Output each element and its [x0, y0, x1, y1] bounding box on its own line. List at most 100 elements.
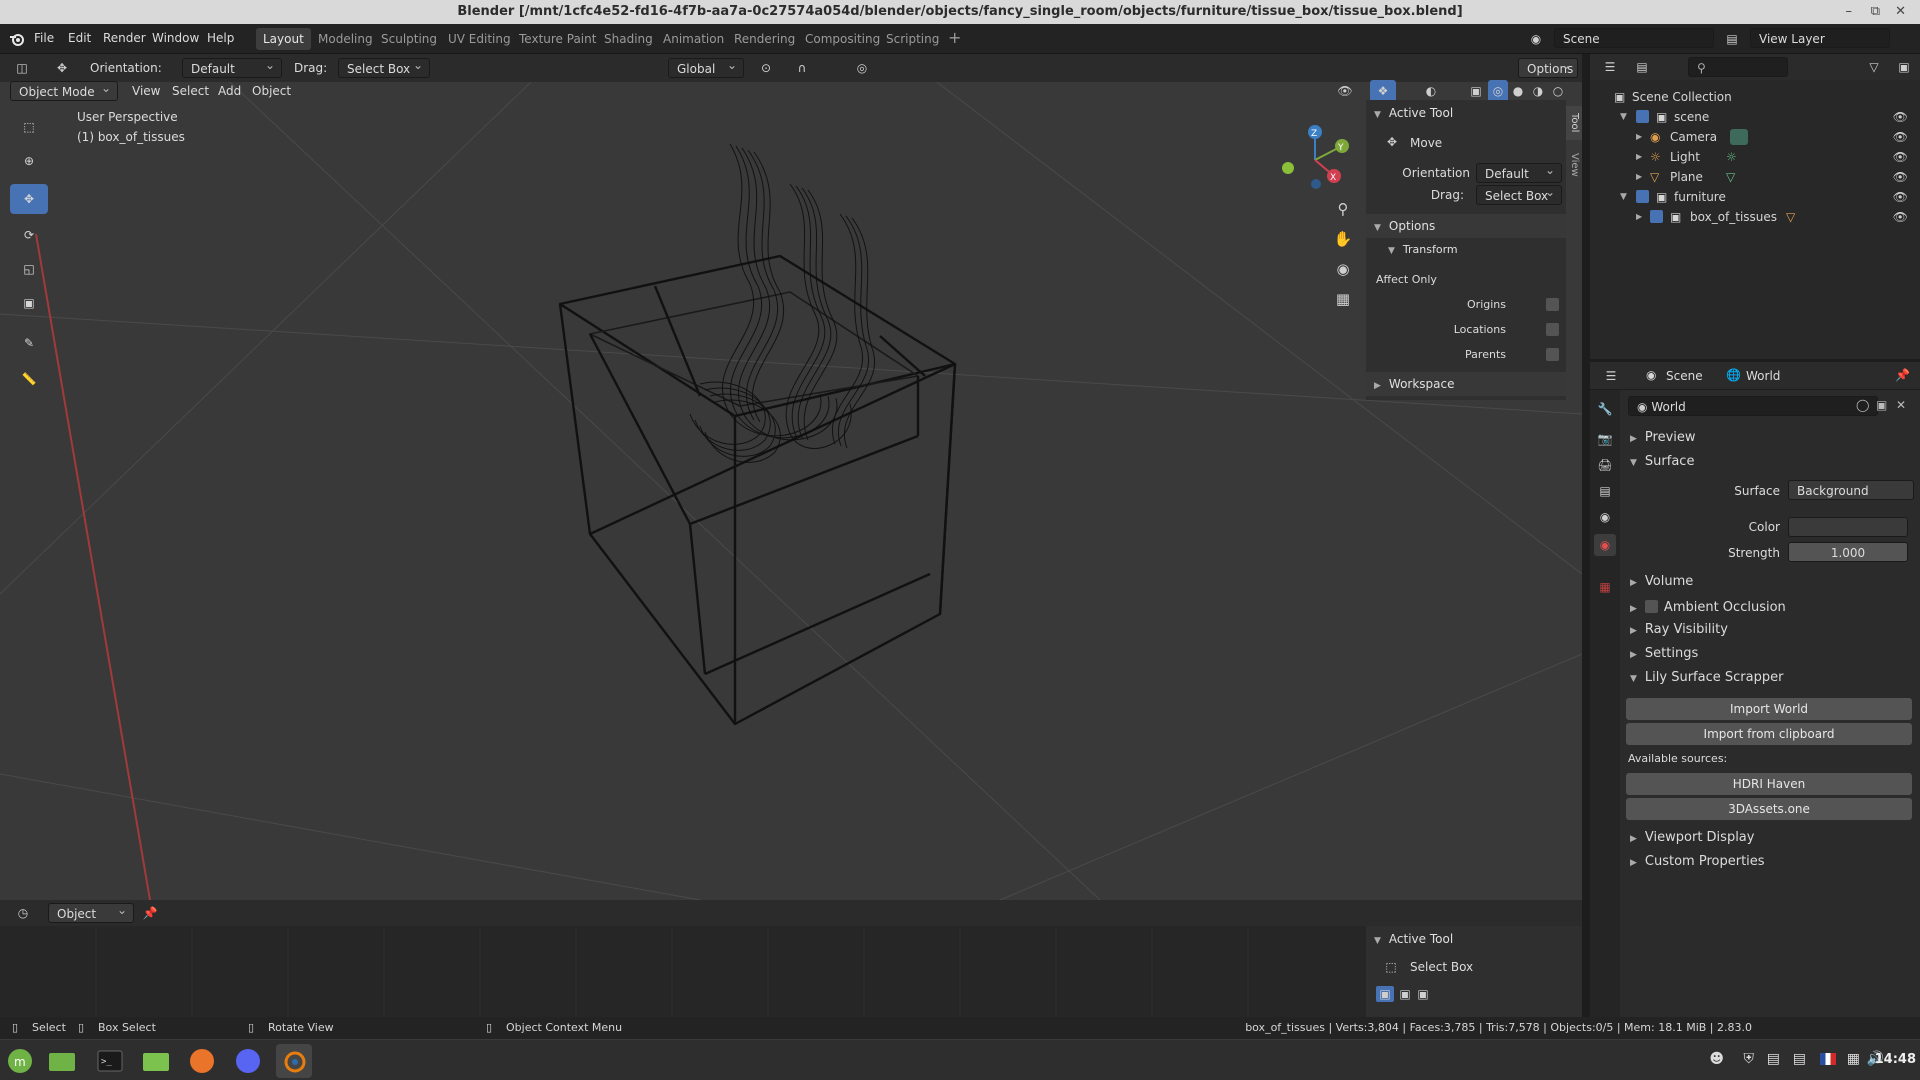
orientation-dropdown[interactable]: Default: [182, 55, 282, 78]
pin-icon[interactable]: 📌: [1895, 368, 1910, 382]
outliner-row-furniture[interactable]: ▼ ▣ furniture 👁: [1590, 187, 1920, 207]
scene-selector[interactable]: Scene: [1554, 28, 1714, 48]
workspace-panel-header[interactable]: ▶ Workspace: [1374, 373, 1455, 395]
tab-uv-editing[interactable]: UV Editing: [441, 28, 518, 50]
transform-subpanel-header[interactable]: ▼ Transform: [1388, 239, 1458, 261]
timeline-editor-icon[interactable]: ◷: [10, 904, 36, 922]
grid-ortho-icon[interactable]: ▦: [1330, 286, 1356, 312]
eye-icon[interactable]: 👁: [1893, 147, 1908, 167]
display-mode-icon[interactable]: ▤: [1630, 58, 1654, 76]
tab-view[interactable]: View: [1566, 148, 1582, 182]
eye-icon[interactable]: 👁: [1893, 167, 1908, 187]
nemo-folder-icon[interactable]: [138, 1044, 174, 1078]
wireframe-shading-icon[interactable]: ◎: [1488, 80, 1508, 102]
close-icon[interactable]: ✕: [1895, 0, 1906, 24]
timeline-mode-dropdown[interactable]: Object: [48, 900, 134, 923]
filter-icon[interactable]: ▽: [1862, 58, 1886, 76]
options-panel-header[interactable]: ▼ Options: [1374, 215, 1435, 237]
outliner-row-plane[interactable]: ▶ ▽ Plane ▽ 👁: [1590, 167, 1920, 187]
breadcrumb-world[interactable]: World: [1746, 369, 1780, 383]
zoom-icon[interactable]: ⚲: [1330, 196, 1356, 222]
unlink-icon[interactable]: ✕: [1896, 398, 1906, 412]
custom-properties-panel-header[interactable]: ▶ Custom Properties: [1630, 854, 1765, 869]
mesh-object-icon[interactable]: ▽: [1786, 207, 1795, 227]
breadcrumb-scene[interactable]: Scene: [1666, 369, 1703, 383]
npanel-drag-dropdown[interactable]: Select Box: [1476, 182, 1562, 205]
outliner-row-light[interactable]: ▶ ☼ Light ☼ 👁: [1590, 147, 1920, 167]
tab-tool[interactable]: Tool: [1566, 106, 1582, 140]
tab-sculpting[interactable]: Sculpting: [374, 28, 444, 50]
expand-icon[interactable]: ▶: [1636, 207, 1642, 227]
rotate-tool-icon[interactable]: ⟳: [10, 220, 48, 250]
eye-icon[interactable]: 👁: [1893, 207, 1908, 227]
new-collection-icon[interactable]: ▣: [1894, 58, 1914, 76]
tab-rendering[interactable]: Rendering: [727, 28, 802, 50]
camera-data-icon[interactable]: [1730, 129, 1748, 145]
surface-shader-field[interactable]: Background: [1788, 480, 1914, 500]
duplicate-icon[interactable]: ▣: [1876, 398, 1887, 412]
active-tool-header[interactable]: ▼ Active Tool: [1374, 102, 1453, 124]
ray-visibility-panel-header[interactable]: ▶ Ray Visibility: [1630, 622, 1728, 637]
viewport-menu-object[interactable]: Object: [252, 84, 291, 98]
ambient-occlusion-checkbox[interactable]: [1644, 600, 1658, 613]
transform-orientation-dropdown[interactable]: Global: [668, 55, 744, 78]
strength-slider[interactable]: 1.000: [1788, 542, 1908, 562]
exclude-checkbox[interactable]: [1650, 210, 1663, 223]
firefox-icon[interactable]: [184, 1044, 220, 1078]
viewport-display-panel-header[interactable]: ▶ Viewport Display: [1630, 830, 1754, 845]
properties-editor-icon[interactable]: ☰: [1598, 367, 1624, 385]
3dassets-button[interactable]: 3DAssets.one: [1626, 798, 1912, 820]
pivot-icon[interactable]: ⊙: [754, 58, 778, 78]
tab-texture-paint[interactable]: Texture Paint: [512, 28, 603, 50]
texture-tab-icon[interactable]: ▦: [1594, 576, 1616, 598]
eye-icon[interactable]: 👁: [1893, 187, 1908, 207]
import-clipboard-button[interactable]: Import from clipboard: [1626, 723, 1912, 745]
menu-edit[interactable]: Edit: [68, 31, 91, 45]
outliner-search-input[interactable]: ⚲: [1688, 57, 1788, 77]
select-box-tool-icon[interactable]: ⬚: [10, 112, 48, 142]
cursor-tool-icon[interactable]: ⊕: [10, 146, 48, 176]
navigation-gizmo[interactable]: Z Y X: [1270, 116, 1350, 196]
add-workspace-icon[interactable]: +: [948, 28, 961, 47]
viewport-menu-add[interactable]: Add: [218, 84, 241, 98]
blender-logo-icon[interactable]: [8, 30, 26, 48]
mesh-data-icon[interactable]: ▽: [1726, 167, 1735, 187]
settings-panel-header[interactable]: ▶ Settings: [1630, 646, 1698, 661]
proportional-edit-icon[interactable]: ◎: [852, 58, 872, 78]
tab-compositing[interactable]: Compositing: [798, 28, 887, 50]
tab-modeling[interactable]: Modeling: [311, 28, 380, 50]
menu-help[interactable]: Help: [207, 31, 234, 45]
eye-icon[interactable]: 👁: [1893, 127, 1908, 147]
parents-checkbox[interactable]: [1546, 348, 1559, 361]
lily-panel-header[interactable]: ▼ Lily Surface Scrapper: [1630, 670, 1783, 685]
overlay-icon[interactable]: ◐: [1418, 80, 1444, 102]
network-icon[interactable]: ▦: [1847, 1051, 1860, 1067]
pan-hand-icon[interactable]: ✋: [1330, 226, 1356, 252]
rendered-shading-icon[interactable]: ○: [1548, 80, 1568, 102]
expand-icon[interactable]: ▼: [1620, 107, 1627, 127]
expand-icon[interactable]: ▶: [1636, 147, 1642, 167]
outliner-row-camera[interactable]: ▶ ◉ Camera 👁: [1590, 127, 1920, 147]
xray-icon[interactable]: ▣: [1466, 80, 1486, 102]
expand-icon[interactable]: ▶: [1636, 127, 1642, 147]
solid-shading-icon[interactable]: ●: [1508, 80, 1528, 102]
tab-animation[interactable]: Animation: [656, 28, 731, 50]
world-datablock-field[interactable]: ◉ World: [1628, 396, 1878, 416]
drag-dropdown[interactable]: Select Box: [338, 55, 430, 78]
select-mode-extend-icon[interactable]: ▣: [1396, 986, 1414, 1002]
view-layer-selector[interactable]: View Layer: [1750, 28, 1890, 48]
snap-icon[interactable]: ∩: [790, 58, 814, 78]
pin-icon[interactable]: 📌: [140, 904, 160, 922]
mode-dropdown[interactable]: Object Mode: [10, 78, 118, 101]
editor-type-icon[interactable]: ◫: [10, 58, 34, 78]
scene-icon[interactable]: ◉: [1526, 30, 1546, 48]
timeline-active-tool-header[interactable]: ▼ Active Tool: [1374, 928, 1453, 950]
scene-tab-icon[interactable]: ◉: [1594, 506, 1616, 528]
origins-checkbox[interactable]: [1546, 298, 1559, 311]
surface-panel-header[interactable]: ▼ Surface: [1630, 454, 1694, 469]
maximize-icon[interactable]: ⧉: [1871, 0, 1880, 24]
measure-tool-icon[interactable]: 📏: [10, 364, 48, 394]
move-tool-button-icon[interactable]: ✥: [10, 184, 48, 214]
material-shading-icon[interactable]: ◑: [1528, 80, 1548, 102]
discord-tray-icon[interactable]: ☻: [1709, 1051, 1724, 1067]
